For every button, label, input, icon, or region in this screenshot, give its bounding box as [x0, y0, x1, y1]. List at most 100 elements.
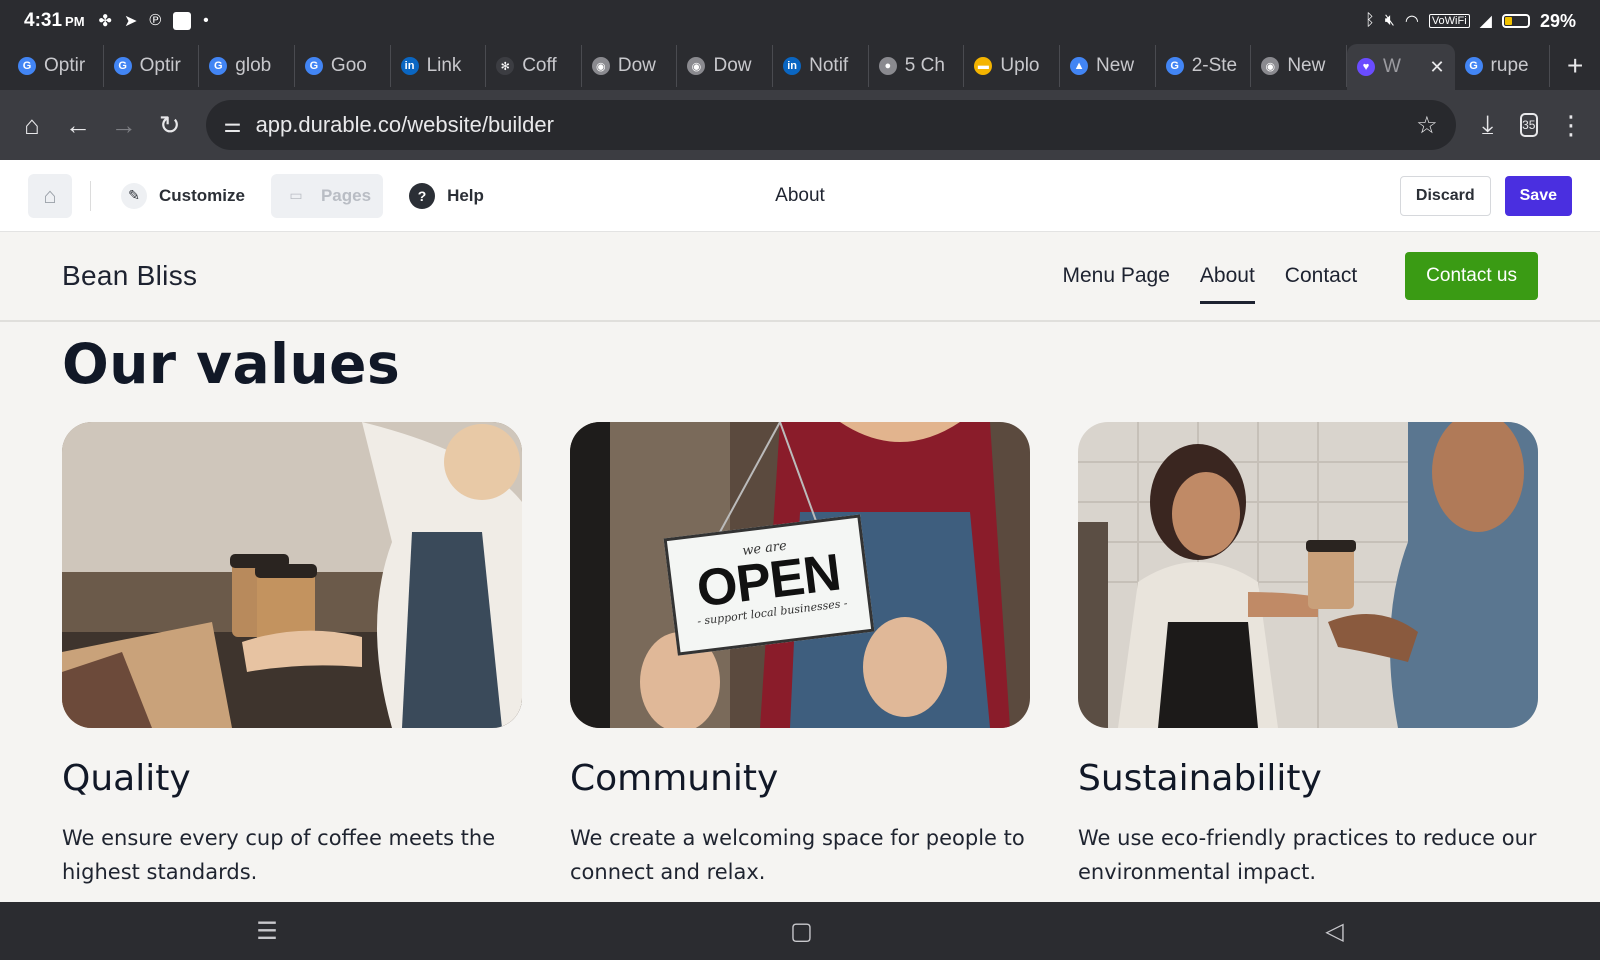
tab-label: W — [1382, 56, 1401, 77]
tab-switcher-button[interactable]: 35 — [1519, 113, 1539, 137]
help-button[interactable]: ? Help — [397, 174, 496, 218]
builder-toolbar: About ⌂ ✎ Customize ▭ Pages ? Help Disca… — [0, 160, 1600, 232]
android-nav-bar: ☰ ▢ ◁ — [0, 902, 1600, 960]
chrome-icon: ◉ — [1261, 57, 1280, 75]
photo-illustration — [1078, 422, 1538, 728]
dot-icon: • — [203, 12, 209, 29]
website-preview: Bean Bliss Menu Page About Contact Conta… — [0, 232, 1600, 902]
google-g-icon: G — [18, 57, 36, 75]
discard-button[interactable]: Discard — [1399, 175, 1491, 216]
site-brand[interactable]: Bean Bliss — [62, 260, 197, 292]
forward-button[interactable]: → — [108, 103, 140, 147]
google-g-icon: G — [113, 57, 132, 75]
value-title-community: Community — [570, 758, 779, 799]
tab-label: Coff — [522, 55, 557, 76]
app-notification-icon — [173, 12, 192, 30]
browser-tab[interactable]: ● 5 Ch — [869, 45, 965, 87]
tab-label: New — [1096, 55, 1135, 76]
notification-icons: ✤ ➤ ℗ • — [99, 11, 209, 31]
download-icon[interactable]: ⤓ — [1472, 103, 1504, 147]
tab-label: Optir — [139, 55, 181, 76]
browser-tab[interactable]: in Link — [391, 45, 487, 87]
status-time: 4:31 PM — [24, 10, 85, 31]
browser-tab[interactable]: ♥ W ✕ — [1346, 44, 1455, 90]
wifi-icon: ◠ — [1404, 13, 1419, 30]
values-cards: Quality We ensure every cup of coffee me… — [0, 422, 1600, 889]
browser-tab[interactable]: ▬ Uplo — [964, 45, 1061, 87]
value-text-sustainability: We use eco-friendly practices to reduce … — [1078, 826, 1537, 884]
nav-link-menu-page[interactable]: Menu Page — [1062, 254, 1169, 298]
linkedin-icon: in — [400, 57, 419, 75]
browser-tab[interactable]: ◉ Dow — [677, 45, 774, 87]
recents-icon[interactable]: ☰ — [256, 917, 278, 946]
nav-link-about[interactable]: About — [1199, 254, 1255, 304]
back-nav-icon[interactable]: ◁ — [1325, 917, 1343, 946]
open-sign-photo: we are OPEN - support local businesses - — [570, 422, 1030, 728]
tab-label: Dow — [617, 55, 656, 76]
vowifi-badge: VoWiFi — [1428, 14, 1470, 28]
customize-label: Customize — [159, 185, 245, 205]
section-title: Our values — [62, 332, 401, 396]
pages-label: Pages — [320, 185, 372, 205]
browser-toolbar: ⌂ ← → ↻ ⚌ app.durable.co/website/builder… — [0, 90, 1600, 160]
coffee-handoff-photo — [62, 422, 522, 728]
battery-percent: 29% — [1539, 10, 1576, 31]
url-text[interactable]: app.durable.co/website/builder — [256, 112, 1417, 138]
pages-button[interactable]: ▭ Pages — [270, 173, 384, 218]
photo-illustration — [62, 422, 522, 728]
chrome-icon: ◉ — [687, 57, 706, 75]
value-card-community: we are OPEN - support local businesses -… — [570, 422, 1030, 889]
close-tab-icon[interactable]: ✕ — [1429, 57, 1444, 78]
back-button[interactable]: ← — [62, 103, 94, 147]
ads-icon: ▲ — [1070, 57, 1089, 75]
barista-photo — [1078, 422, 1538, 728]
tab-label: Link — [426, 55, 462, 76]
site-header: Bean Bliss Menu Page About Contact Conta… — [0, 232, 1600, 322]
browser-tab[interactable]: G 2-Ste — [1156, 45, 1252, 87]
window-icon: ▭ — [289, 187, 303, 203]
help-label: Help — [447, 185, 484, 205]
address-bar[interactable]: ⚌ app.durable.co/website/builder ☆ — [205, 100, 1456, 150]
tab-label: Uplo — [1000, 55, 1040, 76]
pinterest-icon: ℗ — [149, 12, 162, 29]
home-nav-icon[interactable]: ▢ — [790, 917, 813, 946]
tab-label: Optir — [44, 55, 86, 76]
tab-label: 5 Ch — [904, 55, 945, 76]
save-button[interactable]: Save — [1504, 175, 1572, 216]
google-g-icon: G — [209, 57, 228, 75]
new-tab-button[interactable]: + — [1550, 50, 1600, 82]
nav-link-contact[interactable]: Contact — [1285, 254, 1357, 298]
signal-icon: ◢ — [1479, 13, 1492, 30]
linkedin-icon: in — [783, 57, 802, 75]
browser-tab[interactable]: G Optir — [104, 45, 200, 87]
tab-label: Goo — [330, 55, 367, 76]
browser-tab[interactable]: ▲ New — [1060, 45, 1156, 87]
bookmark-star-icon[interactable]: ☆ — [1416, 111, 1438, 140]
contact-us-button[interactable]: Contact us — [1405, 252, 1538, 300]
brush-icon: ✎ — [121, 182, 147, 209]
builder-home-button[interactable]: ⌂ — [28, 173, 72, 218]
browser-tab[interactable]: G Goo — [295, 45, 391, 87]
slides-icon: ▬ — [974, 57, 993, 75]
browser-tab[interactable]: ◉ New — [1251, 45, 1347, 87]
tab-label: glob — [235, 55, 272, 76]
durable-icon: ♥ — [1356, 58, 1375, 76]
globe-icon: ● — [878, 57, 897, 75]
home-button[interactable]: ⌂ — [16, 103, 48, 147]
reload-button[interactable]: ↻ — [154, 103, 186, 147]
menu-button[interactable]: ⋮ — [1558, 110, 1584, 141]
divider — [90, 180, 91, 211]
house-icon: ⌂ — [43, 182, 57, 208]
browser-tab[interactable]: Gglob — [199, 45, 295, 87]
site-settings-icon[interactable]: ⚌ — [224, 113, 242, 138]
google-g-icon: G — [304, 57, 323, 75]
open-sign: we are OPEN - support local businesses - — [663, 514, 875, 656]
browser-tab[interactable]: Grupe — [1455, 45, 1551, 87]
browser-tab[interactable]: G Optir — [8, 45, 104, 87]
bluetooth-icon: ᛒ — [1365, 12, 1375, 29]
google-g-icon: G — [1165, 57, 1184, 75]
browser-tab[interactable]: ◉ Dow — [582, 45, 678, 87]
browser-tab[interactable]: ✻ Coff — [486, 45, 582, 87]
browser-tab[interactable]: in Notif — [773, 45, 869, 87]
customize-button[interactable]: ✎ Customize — [109, 174, 257, 218]
